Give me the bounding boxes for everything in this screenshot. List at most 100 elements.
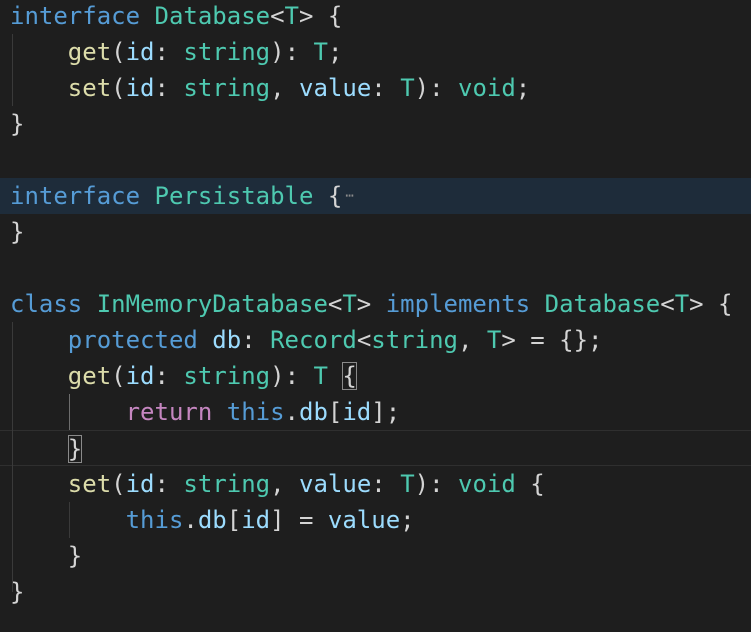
line-get-signature[interactable]: get(id: string): T; [0,34,751,70]
code-token: : [241,326,271,354]
code-token: > { [299,2,343,30]
code-token: } [10,218,25,246]
code-token: ): [414,470,458,498]
code-token: } [10,110,25,138]
code-token: ): [270,38,314,66]
code-token: { [313,182,343,210]
code-token: ): [414,74,458,102]
code-token: T [342,290,357,318]
code-token: Database [154,2,271,30]
code-token: { [342,362,357,390]
line-get-method[interactable]: get(id: string): T { [0,358,751,394]
indent-guide [12,34,13,106]
code-token: ): [270,362,314,390]
code-token: class [10,290,83,318]
code-text: get(id: string): T { [10,358,357,394]
code-token: : [154,470,184,498]
code-token: id [241,506,271,534]
code-token: implements [385,290,531,318]
code-token: ; [327,38,343,66]
line-protected-db[interactable]: protected db: Record<string, T> = {}; [0,322,751,358]
code-token: : [371,74,401,102]
code-token: [ [226,506,242,534]
code-token: Persistable [154,182,314,210]
code-token: } [67,435,83,463]
code-token: ( [111,38,126,66]
code-token: Database [544,290,661,318]
code-token: Record [270,326,357,354]
indent-guide [12,322,13,592]
code-token: value [327,506,401,534]
code-text: set(id: string, value: T): void { [10,466,545,502]
line-close-set[interactable]: } [0,538,751,574]
code-token: : [154,74,184,102]
code-token: : [371,470,401,498]
code-token: this [226,398,285,426]
line-interface-persistable[interactable]: interface Persistable {⋯ [0,178,751,214]
line-assign[interactable]: this.db[id] = value; [0,502,751,538]
line-close-database[interactable]: } [0,106,751,142]
code-token: } [67,542,83,570]
line-class-declaration[interactable]: class InMemoryDatabase<T> implements Dat… [0,286,751,322]
folded-ellipsis-icon[interactable]: ⋯ [342,178,358,214]
code-token: set [67,74,112,102]
code-token: return [125,398,213,426]
code-token: string [183,470,271,498]
code-token: id [125,470,155,498]
code-token: : [154,362,184,390]
line-set-signature[interactable]: set(id: string, value: T): void; [0,70,751,106]
line-return[interactable]: return this.db[id]; [0,394,751,430]
code-token: [ [327,398,343,426]
line-close-persistable[interactable]: } [0,214,751,250]
code-token: interface [10,182,141,210]
code-token: T [486,326,502,354]
code-token: get [67,38,112,66]
line-close-class[interactable]: } [0,574,751,610]
code-text: get(id: string): T; [10,34,343,70]
code-token: T [284,2,299,30]
code-token: id [342,398,372,426]
line-close-get[interactable]: } [0,430,751,466]
code-token: : [154,38,184,66]
code-token: string [371,326,458,354]
code-token: , [270,470,300,498]
line-set-method[interactable]: set(id: string, value: T): void { [0,466,751,502]
code-token: T [674,290,690,318]
code-token: < [356,326,372,354]
code-token: set [67,470,112,498]
code-text: } [10,214,24,250]
code-token: . [183,506,198,534]
code-text: } [10,106,24,142]
code-token: db [197,506,227,534]
code-token: this [125,506,184,534]
code-token: ( [111,470,126,498]
code-token: < [327,290,343,318]
code-token: ] = [270,506,328,534]
code-token: T [400,74,415,102]
code-editor[interactable]: interface Database<T> { get(id: string):… [0,0,751,632]
code-token: < [660,290,675,318]
code-text: protected db: Record<string, T> = {}; [10,322,603,358]
code-token: id [125,362,155,390]
code-token: ; [400,506,415,534]
code-token: > { [689,290,733,318]
code-token: get [67,362,112,390]
code-token: value [299,74,372,102]
line-blank-2[interactable] [0,250,751,286]
code-token: . [284,398,299,426]
line-interface-database[interactable]: interface Database<T> { [0,0,751,34]
line-blank-1[interactable] [0,142,751,178]
code-token: T [313,362,328,390]
